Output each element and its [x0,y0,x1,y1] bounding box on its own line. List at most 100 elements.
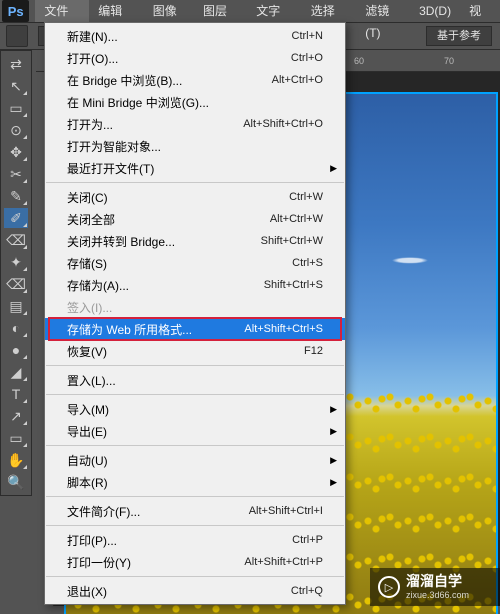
menu-item-shortcut: Alt+Shift+Ctrl+P [244,556,323,568]
dodge-tool[interactable]: ● [4,340,28,360]
play-icon: ▷ [378,576,400,598]
toggle-columns-icon[interactable]: ⇄ [4,54,28,74]
menu-view[interactable]: 视图 [460,0,500,22]
watermark-badge: ▷ 溜溜自学 zixue.3d66.com [370,568,500,606]
menu-filter[interactable]: 滤镜(T) [356,0,410,22]
menu-item-shortcut: Ctrl+P [292,534,323,546]
menu-item[interactable]: 脚本(R) [45,471,345,493]
menu-item-label: 打开(O)... [67,50,291,67]
menu-item[interactable]: 关闭并转到 Bridge...Shift+Ctrl+W [45,230,345,252]
menu-item[interactable]: 打开为智能对象... [45,135,345,157]
menu-item-label: 存储为(A)... [67,277,264,294]
menu-item-label: 自动(U) [67,452,323,469]
menu-image[interactable]: 图像(I) [144,0,194,22]
menu-item-label: 导出(E) [67,423,323,440]
menu-item[interactable]: 存储为 Web 所用格式...Alt+Shift+Ctrl+S [45,318,345,340]
menu-item[interactable]: 关闭全部Alt+Ctrl+W [45,208,345,230]
menu-item[interactable]: 存储为(A)...Shift+Ctrl+S [45,274,345,296]
menu-file[interactable]: 文件(F) [35,0,89,22]
crop-tool[interactable]: ✂ [4,164,28,184]
menu-item[interactable]: 在 Bridge 中浏览(B)...Alt+Ctrl+O [45,69,345,91]
menu-item-label: 签入(I)... [67,299,323,316]
menu-item-label: 打开为... [67,116,243,133]
menu-item[interactable]: 置入(L)... [45,369,345,391]
hand-tool[interactable]: ✋ [4,450,28,470]
menu-item-label: 在 Bridge 中浏览(B)... [67,72,272,89]
marquee-tool[interactable]: ▭ [4,98,28,118]
menu-item-shortcut: Ctrl+N [292,30,323,42]
menu-item[interactable]: 新建(N)...Ctrl+N [45,25,345,47]
left-toolbar: ⇄ ↖ ▭ ⊙ ✥ ✂ ✎ ✐ ⌫ ✦ ⌫ ▤ ◐ ● ◢ T ↗ ▭ ✋ 🔍 [0,50,32,496]
menu-item-shortcut: F12 [304,345,323,357]
eraser-tool[interactable]: ⌫ [4,274,28,294]
menu-select[interactable]: 选择(S) [302,0,356,22]
menu-item-shortcut: Alt+Shift+Ctrl+O [243,118,323,130]
menu-item-shortcut: Ctrl+W [289,191,323,203]
menu-item-shortcut: Alt+Ctrl+W [270,213,323,225]
menu-separator [46,576,344,577]
eyedropper-tool[interactable]: ✎ [4,186,28,206]
menu-separator [46,445,344,446]
zoom-tool[interactable]: 🔍 [4,472,28,492]
menu-item-label: 打印(P)... [67,532,292,549]
menu-item[interactable]: 打印一份(Y)Alt+Shift+Ctrl+P [45,551,345,573]
menu-separator [46,365,344,366]
blur-tool[interactable]: ◐ [4,318,28,338]
menu-item-label: 脚本(R) [67,474,323,491]
menu-item-shortcut: Ctrl+S [292,257,323,269]
stamp-tool[interactable]: ⌫ [4,230,28,250]
menu-item[interactable]: 恢复(V)F12 [45,340,345,362]
menu-type[interactable]: 文字(Y) [247,0,301,22]
menu-item[interactable]: 打开为...Alt+Shift+Ctrl+O [45,113,345,135]
path-select-tool[interactable]: ↗ [4,406,28,426]
current-tool-icon[interactable] [6,25,28,47]
menu-separator [46,496,344,497]
menu-item-shortcut: Shift+Ctrl+W [261,235,323,247]
move-tool[interactable]: ↖ [4,76,28,96]
gradient-tool[interactable]: ▤ [4,296,28,316]
menu-item-shortcut: Ctrl+O [291,52,323,64]
lasso-tool[interactable]: ⊙ [4,120,28,140]
menu-item-label: 关闭全部 [67,211,270,228]
menu-item[interactable]: 在 Mini Bridge 中浏览(G)... [45,91,345,113]
reference-button[interactable]: 基于参考 [426,26,492,46]
menu-item-shortcut: Alt+Shift+Ctrl+I [249,505,323,517]
menu-item[interactable]: 打印(P)...Ctrl+P [45,529,345,551]
menu-item-label: 关闭(C) [67,189,289,206]
pen-tool[interactable]: ◢ [4,362,28,382]
menu-item-shortcut: Ctrl+Q [291,585,323,597]
menu-item[interactable]: 关闭(C)Ctrl+W [45,186,345,208]
menu-item[interactable]: 存储(S)Ctrl+S [45,252,345,274]
menu-item-label: 文件简介(F)... [67,503,249,520]
menu-item-label: 最近打开文件(T) [67,160,323,177]
menu-item[interactable]: 退出(X)Ctrl+Q [45,580,345,602]
ruler-tick: 70 [444,56,454,66]
menubar: Ps 文件(F) 编辑(E) 图像(I) 图层(L) 文字(Y) 选择(S) 滤… [0,0,500,22]
menu-item[interactable]: 最近打开文件(T) [45,157,345,179]
menu-layer[interactable]: 图层(L) [194,0,247,22]
menu-item-label: 存储(S) [67,255,292,272]
brush-tool[interactable]: ✐ [4,208,28,228]
app-logo: Ps [2,0,29,22]
menu-item-shortcut: Alt+Shift+Ctrl+S [244,323,323,335]
menu-item[interactable]: 导入(M) [45,398,345,420]
file-menu-dropdown: 新建(N)...Ctrl+N打开(O)...Ctrl+O在 Bridge 中浏览… [44,22,346,605]
menu-item-label: 存储为 Web 所用格式... [67,321,244,338]
menu-item-label: 退出(X) [67,583,291,600]
menu-edit[interactable]: 编辑(E) [89,0,143,22]
menu-separator [46,525,344,526]
menu-item[interactable]: 自动(U) [45,449,345,471]
rectangle-tool[interactable]: ▭ [4,428,28,448]
menu-item[interactable]: 导出(E) [45,420,345,442]
menu-item-label: 恢复(V) [67,343,304,360]
history-brush-tool[interactable]: ✦ [4,252,28,272]
menu-item-shortcut: Shift+Ctrl+S [264,279,323,291]
menu-3d[interactable]: 3D(D) [410,0,460,22]
type-tool[interactable]: T [4,384,28,404]
menu-item[interactable]: 打开(O)...Ctrl+O [45,47,345,69]
menu-item-label: 打开为智能对象... [67,138,323,155]
menu-item[interactable]: 文件简介(F)...Alt+Shift+Ctrl+I [45,500,345,522]
menu-item-label: 导入(M) [67,401,323,418]
quick-select-tool[interactable]: ✥ [4,142,28,162]
menu-item-label: 在 Mini Bridge 中浏览(G)... [67,94,323,111]
